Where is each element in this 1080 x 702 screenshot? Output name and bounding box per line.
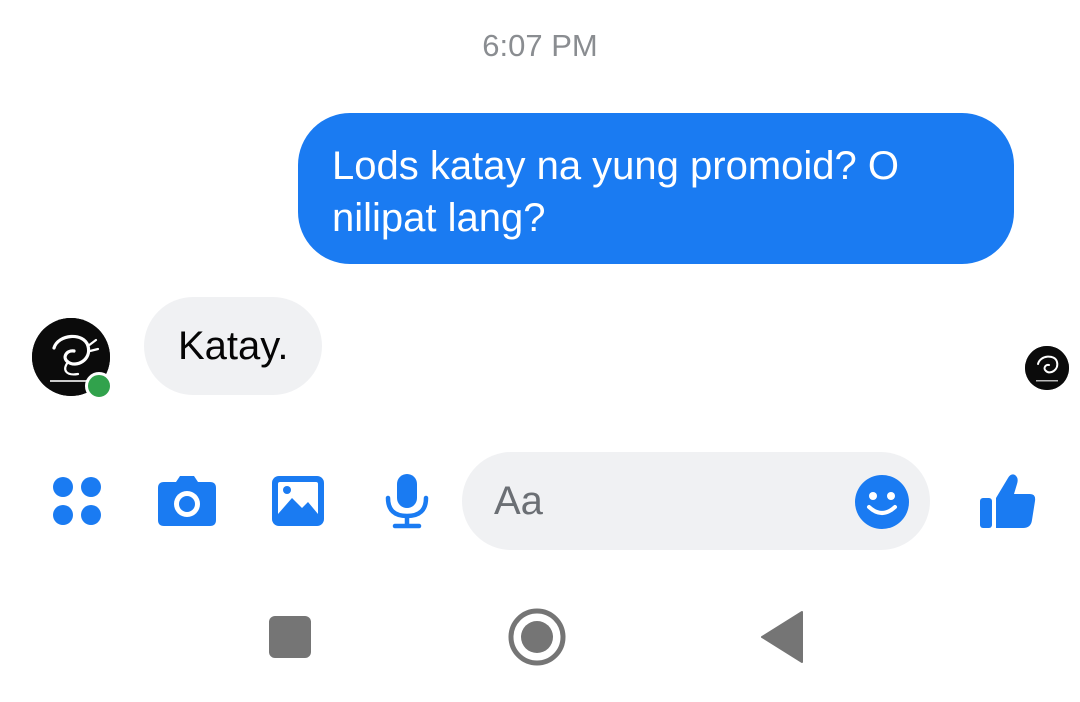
image-icon[interactable] (270, 474, 326, 528)
message-input[interactable] (494, 452, 834, 550)
recents-square-icon[interactable] (268, 615, 312, 659)
home-circle-icon[interactable] (506, 606, 568, 668)
microphone-icon[interactable] (383, 472, 431, 530)
four-dots-grid-icon[interactable] (50, 475, 104, 529)
message-timestamp: 6:07 PM (482, 28, 598, 63)
online-status-dot (85, 372, 113, 400)
back-triangle-icon[interactable] (760, 610, 804, 664)
smiley-icon[interactable] (854, 474, 910, 530)
thumbs-up-icon[interactable] (978, 470, 1038, 530)
outgoing-message-bubble[interactable]: Lods katay na yung promoid? O nilipat la… (298, 113, 1014, 264)
message-composer[interactable] (462, 452, 930, 550)
seen-receipt-avatar (1025, 346, 1069, 390)
camera-icon[interactable] (156, 474, 218, 528)
dragon-logo-icon (1025, 346, 1069, 390)
incoming-message-bubble[interactable]: Katay. (144, 297, 323, 395)
